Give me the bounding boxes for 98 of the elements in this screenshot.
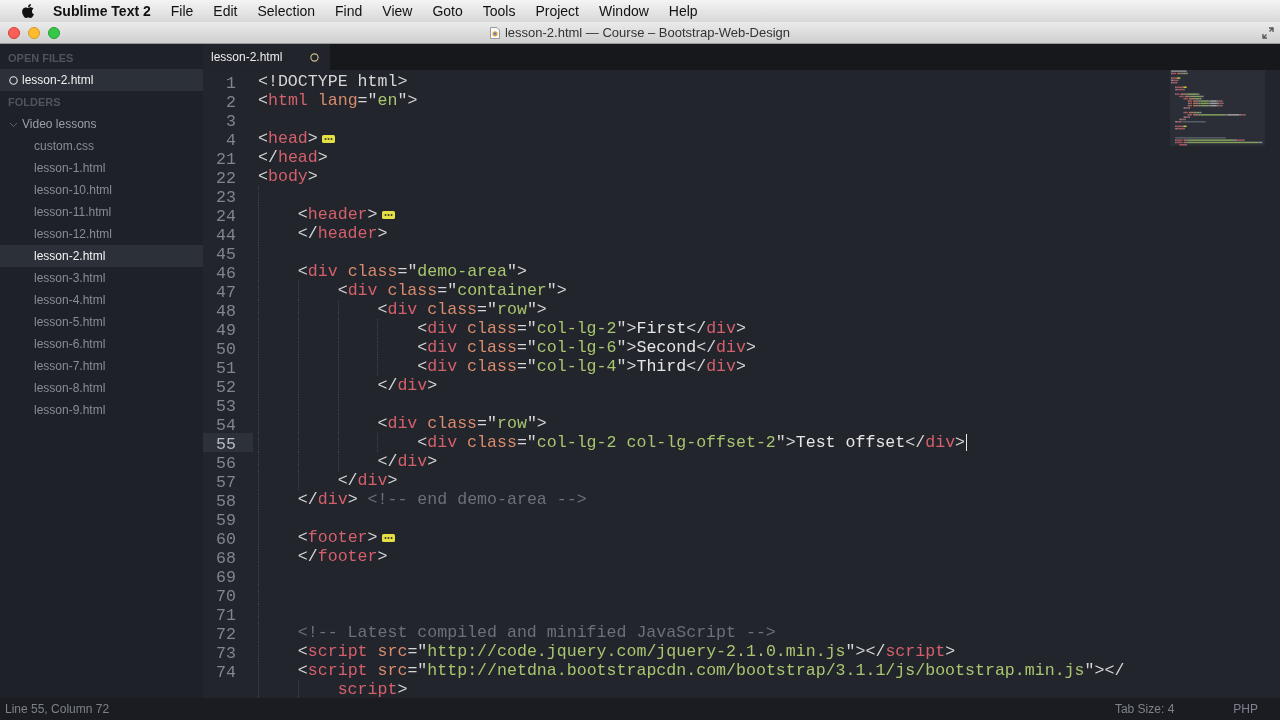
code-line: <header> <box>297 205 378 224</box>
fold-ellipsis-icon[interactable] <box>381 533 395 542</box>
code-line: </header> <box>297 224 388 243</box>
line-number: 1 <box>226 74 236 93</box>
line-number: 24 <box>216 207 236 226</box>
line-number: 53 <box>216 397 236 416</box>
code-line: script> <box>337 680 408 698</box>
open-file-entry[interactable]: lesson-2.html <box>0 69 203 91</box>
code-line: <div class="row"> <box>377 300 547 319</box>
menu-item[interactable]: Window <box>589 0 659 22</box>
menu-item[interactable]: View <box>372 0 423 22</box>
tree-entry[interactable]: lesson-3.html <box>34 269 106 287</box>
tree-entry[interactable]: lesson-12.html <box>34 225 113 243</box>
line-number: 55 <box>216 435 236 454</box>
line-number: 69 <box>216 568 236 587</box>
menu-item[interactable]: Selection <box>247 0 326 22</box>
apple-icon[interactable] <box>20 3 36 19</box>
menu-item[interactable]: Tools <box>472 0 526 22</box>
code-line: <head> <box>258 129 318 148</box>
code-line: <!-- Latest compiled and minified JavaScript --> <box>297 623 776 642</box>
code-line: </div> <box>377 452 438 471</box>
code-line: <div class="col-lg-4">Third</div> <box>417 357 746 376</box>
code-line: <script src="http://netdna.bootstrapcdn.com/bootstrap/3.1.1/js/bootstrap.min.js"></ <box>297 661 1125 680</box>
tree-entry[interactable]: lesson-9.html <box>34 401 106 419</box>
code-line: <footer> <box>297 528 378 547</box>
folder-name[interactable]: Video lessons <box>22 115 97 133</box>
line-number: 21 <box>216 150 236 169</box>
tree-entry[interactable]: lesson-6.html <box>34 335 106 353</box>
app-menu[interactable]: Sublime Text 2 <box>43 0 161 22</box>
code-line: <!DOCTYPE html> <box>258 72 408 91</box>
line-number: 68 <box>216 549 236 568</box>
line-number: 44 <box>216 226 236 245</box>
line-number: 22 <box>216 169 236 188</box>
menu-item[interactable]: Edit <box>203 0 248 22</box>
tree-entry[interactable]: lesson-5.html <box>34 313 106 331</box>
line-number: 60 <box>216 530 236 549</box>
maximize-button[interactable] <box>48 27 60 39</box>
code-line: </head> <box>258 148 328 167</box>
code-line: </div> <box>337 471 398 490</box>
tree-entry[interactable]: lesson-2.html <box>0 245 203 267</box>
line-number: 71 <box>216 606 236 625</box>
line-number: 57 <box>216 473 236 492</box>
code-line: <script src="http://code.jquery.com/jquery-2.1.0.min.js"></script> <box>297 642 956 661</box>
editor-tab[interactable]: lesson-2.html <box>203 44 330 70</box>
line-number: 49 <box>216 321 236 340</box>
line-number: 48 <box>216 302 236 321</box>
line-number: 58 <box>216 492 236 511</box>
code-line: <div class="container"> <box>337 281 567 300</box>
close-button[interactable] <box>8 27 20 39</box>
menu-item[interactable]: File <box>160 0 204 22</box>
line-number: 2 <box>226 93 236 112</box>
code-line: <div class="row"> <box>377 414 547 433</box>
fold-ellipsis-icon[interactable] <box>381 210 395 219</box>
line-number: 3 <box>226 112 236 131</box>
circle-icon[interactable] <box>310 52 319 62</box>
tree-entry[interactable]: lesson-7.html <box>34 357 106 375</box>
minimap[interactable] <box>1170 70 1265 146</box>
line-number: 46 <box>216 264 236 283</box>
tree-entry[interactable]: lesson-1.html <box>34 159 106 177</box>
tree-entry[interactable]: lesson-8.html <box>34 379 106 397</box>
code-line: <div class="demo-area"> <box>297 262 527 281</box>
tree-entry[interactable]: custom.css <box>34 137 94 155</box>
fullscreen-icon[interactable] <box>1262 27 1274 39</box>
line-number: 73 <box>216 644 236 663</box>
code-line: <body> <box>258 167 318 186</box>
line-number: 70 <box>216 587 236 606</box>
line-number: 50 <box>216 340 236 359</box>
fold-ellipsis-icon[interactable] <box>321 134 335 143</box>
menu-item[interactable]: Goto <box>422 0 473 22</box>
line-number: 23 <box>216 188 236 207</box>
tab-size-setting[interactable]: Tab Size: 4 <box>1114 700 1175 718</box>
line-number: 45 <box>216 245 236 264</box>
line-number: 51 <box>216 359 236 378</box>
code-line: </div> <!-- end demo-area --> <box>297 490 587 509</box>
code-line: <div class="col-lg-2">First</div> <box>417 319 746 338</box>
cursor-position: Line 55, Column 72 <box>5 701 110 718</box>
menu-item[interactable]: Help <box>658 0 708 22</box>
tree-entry[interactable]: lesson-11.html <box>34 203 112 221</box>
line-number: 72 <box>216 625 236 644</box>
document-icon <box>489 27 500 39</box>
line-number: 52 <box>216 378 236 397</box>
line-number: 4 <box>226 131 236 150</box>
code-line: </div> <box>377 376 438 395</box>
line-number: 74 <box>216 663 236 682</box>
line-number: 56 <box>216 454 236 473</box>
window-title: lesson-2.html — Course – Bootstrap-Web-Design <box>504 24 791 42</box>
tree-entry[interactable]: lesson-4.html <box>34 291 106 309</box>
menu-item[interactable]: Find <box>325 0 373 22</box>
line-number: 47 <box>216 283 236 302</box>
menu-item[interactable]: Project <box>525 0 589 22</box>
line-number: 54 <box>216 416 236 435</box>
code-line: <div class="col-lg-6">Second</div> <box>417 338 756 357</box>
tree-entry[interactable]: lesson-10.html <box>34 181 113 199</box>
syntax-setting[interactable]: PHP <box>1233 700 1258 718</box>
line-number: 59 <box>216 511 236 530</box>
code-line: <div class="col-lg-2 col-lg-offset-2">Test offset</div> <box>417 433 966 452</box>
code-line: </footer> <box>297 547 388 566</box>
code-line: <html lang="en"> <box>258 91 418 110</box>
